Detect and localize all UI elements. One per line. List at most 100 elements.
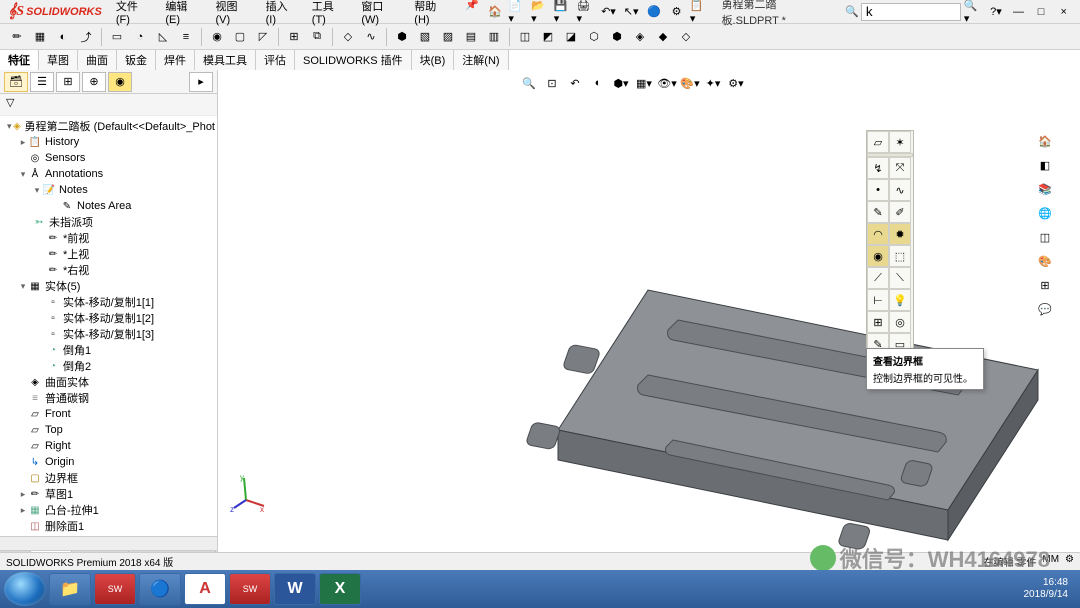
close-button[interactable]: × (1053, 3, 1074, 21)
tp-home-icon[interactable]: 🏠 (1034, 130, 1056, 152)
3d-viewport[interactable]: 🔍 ⊡ ↶ ◐ ⬢▾ ▦▾ 👁▾ 🎨▾ ✦▾ ⚙▾ (218, 70, 1080, 570)
ribbon-tab-sketch[interactable]: 草图 (39, 50, 78, 70)
feature-tree-tab-icon[interactable]: 🗃 (4, 72, 28, 92)
appearance-icon[interactable]: 🎨▾ (679, 72, 701, 94)
more-tab-icon[interactable]: ▸ (189, 72, 213, 92)
tp-forum-icon[interactable]: 💬 (1034, 298, 1056, 320)
qb-cut-icon[interactable]: ▭ (106, 26, 128, 48)
view-settings-icon[interactable]: ⚙▾ (725, 72, 747, 94)
menu-tools[interactable]: 工具(T) (306, 0, 352, 29)
qb-revolve-icon[interactable]: ◐ (52, 26, 74, 48)
ribbon-tab-weldment[interactable]: 焊件 (156, 50, 195, 70)
ribbon-tab-evaluate[interactable]: 评估 (256, 50, 295, 70)
fp-dim2-icon[interactable]: 💡 (889, 289, 911, 311)
taskbar-sw2-icon[interactable]: SW (229, 573, 271, 605)
start-button[interactable] (4, 572, 46, 606)
qb-pattern-icon[interactable]: ⊞ (283, 26, 305, 48)
filter-icon[interactable]: ▽ (6, 96, 20, 109)
display-tab-icon[interactable]: ◉ (108, 72, 132, 92)
qb-extrude-icon[interactable]: ▦ (29, 26, 51, 48)
fp-planes-icon[interactable]: ▱ (867, 131, 889, 153)
search-input[interactable] (861, 3, 961, 21)
fp-partinglines-icon[interactable]: ◠ (867, 223, 889, 245)
qb-curves-icon[interactable]: ∿ (360, 26, 382, 48)
undo-icon[interactable]: ↶▾ (598, 2, 619, 22)
ribbon-tab-surface[interactable]: 曲面 (78, 50, 117, 70)
fp-axes-icon[interactable]: ✶ (889, 131, 911, 153)
tp-view-palette-icon[interactable]: ◫ (1034, 226, 1056, 248)
zoom-fit-icon[interactable]: 🔍 (518, 72, 540, 94)
menu-file[interactable]: 文件(F) (110, 0, 156, 29)
system-tray[interactable]: 16:48 2018/9/14 (1024, 577, 1077, 601)
qb-misc4-icon[interactable]: ▥ (483, 26, 505, 48)
taskbar-excel-icon[interactable]: X (319, 573, 361, 605)
ribbon-tab-annotations[interactable]: 注解(N) (454, 50, 508, 70)
status-gear-icon[interactable]: ⚙ (1065, 554, 1074, 569)
fp-points-icon[interactable]: • (867, 179, 889, 201)
qb-fillet-icon[interactable]: ◔ (129, 26, 151, 48)
qb-draft-icon[interactable]: ◸ (252, 26, 274, 48)
qb-hole-icon[interactable]: ◉ (206, 26, 228, 48)
scene-icon[interactable]: ✦▾ (702, 72, 724, 94)
fp-weld-icon[interactable]: ⟍ (889, 267, 911, 289)
settings-icon[interactable]: 📋▾ (689, 2, 710, 22)
qb-misc9-icon[interactable]: ⬢ (606, 26, 628, 48)
ribbon-tab-addins[interactable]: SOLIDWORKS 插件 (295, 50, 412, 70)
menu-edit[interactable]: 编辑(E) (159, 0, 205, 29)
ribbon-tab-sheetmetal[interactable]: 钣金 (117, 50, 156, 70)
qb-ref-geom-icon[interactable]: ◇ (337, 26, 359, 48)
save-icon[interactable]: 💾▾ (553, 2, 574, 22)
menu-insert[interactable]: 插入(I) (260, 0, 302, 29)
open-icon[interactable]: 📂▾ (530, 2, 551, 22)
qb-rib-icon[interactable]: ≡ (175, 26, 197, 48)
tp-appearances-icon[interactable]: 🎨 (1034, 250, 1056, 272)
fp-decals-icon[interactable]: ⬚ (889, 245, 911, 267)
menu-window[interactable]: 窗口(W) (355, 0, 404, 29)
config-tab-icon[interactable]: ⊞ (56, 72, 80, 92)
rebuild-icon[interactable]: 🔵 (644, 2, 665, 22)
fp-3dsketch-icon[interactable]: ✐ (889, 201, 911, 223)
prev-view-icon[interactable]: ↶ (564, 72, 586, 94)
qb-misc7-icon[interactable]: ◪ (560, 26, 582, 48)
minimize-button[interactable]: — (1008, 3, 1029, 21)
fp-sketch-icon[interactable]: ✎ (867, 201, 889, 223)
qb-misc10-icon[interactable]: ◈ (629, 26, 651, 48)
fp-liverend-icon[interactable]: ⟋ (867, 267, 889, 289)
fp-origin-icon[interactable]: ↯ (867, 157, 889, 179)
qb-shell-icon[interactable]: ▢ (229, 26, 251, 48)
menu-help[interactable]: 帮助(H) (408, 0, 455, 29)
property-tab-icon[interactable]: ☰ (30, 72, 54, 92)
qb-misc8-icon[interactable]: ⬡ (583, 26, 605, 48)
dimxpert-tab-icon[interactable]: ⊕ (82, 72, 106, 92)
new-doc-icon[interactable]: 📄▾ (507, 2, 528, 22)
section-view-icon[interactable]: ◐ (587, 72, 609, 94)
qb-mirror-icon[interactable]: ⧉ (306, 26, 328, 48)
ribbon-tab-moldtools[interactable]: 模具工具 (195, 50, 256, 70)
qb-chamfer-icon[interactable]: ◺ (152, 26, 174, 48)
menu-pin-icon[interactable]: 📌 (459, 0, 485, 29)
tp-design-lib-icon[interactable]: 📚 (1034, 178, 1056, 200)
home-icon[interactable]: 🏠 (485, 2, 506, 22)
taskbar-sw-icon[interactable]: SW (94, 573, 136, 605)
qb-misc2-icon[interactable]: ▨ (437, 26, 459, 48)
zoom-area-icon[interactable]: ⊡ (541, 72, 563, 94)
hide-show-icon[interactable]: 👁▾ (656, 72, 678, 94)
qb-sketch-icon[interactable]: ✏ (6, 26, 28, 48)
qb-misc3-icon[interactable]: ▤ (460, 26, 482, 48)
ribbon-tab-blocks[interactable]: 块(B) (412, 50, 455, 70)
qb-misc6-icon[interactable]: ◩ (537, 26, 559, 48)
qb-misc12-icon[interactable]: ◇ (675, 26, 697, 48)
taskbar-autocad-icon[interactable]: A (184, 573, 226, 605)
tree-hscroll[interactable] (0, 536, 217, 550)
maximize-button[interactable]: □ (1031, 3, 1052, 21)
help-icon[interactable]: ?▾ (986, 2, 1007, 22)
fp-csys-icon[interactable]: ⤧ (889, 157, 911, 179)
view-orient-icon[interactable]: ⬢▾ (610, 72, 632, 94)
options-icon[interactable]: ⚙ (666, 2, 687, 22)
taskbar-word-icon[interactable]: W (274, 573, 316, 605)
fp-lights-icon[interactable]: ✹ (889, 223, 911, 245)
menu-view[interactable]: 视图(V) (210, 0, 256, 29)
qb-sweep-icon[interactable]: ⤴ (75, 26, 97, 48)
fp-grid-icon[interactable]: ⊞ (867, 311, 889, 333)
taskbar-media-icon[interactable]: 🔵 (139, 573, 181, 605)
